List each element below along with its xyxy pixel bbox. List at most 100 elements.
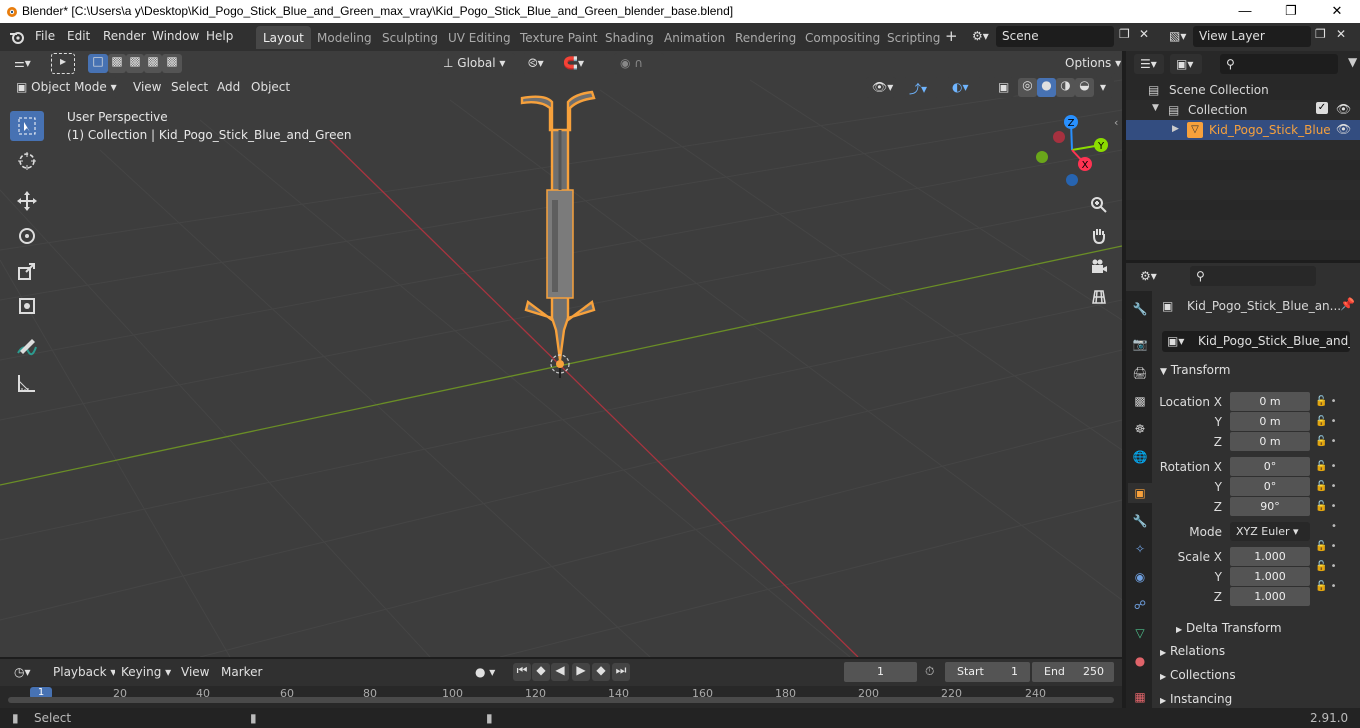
scale-x-field[interactable]: 1.000 xyxy=(1230,547,1310,566)
material-tab-icon[interactable]: ● xyxy=(1130,651,1150,671)
menu-help[interactable]: Help xyxy=(206,29,233,43)
copy-scene-icon[interactable]: ❐ xyxy=(1119,27,1130,41)
options-dropdown[interactable]: Options ▾ xyxy=(1059,53,1121,74)
editor-type-icon[interactable]: ⚌▾ xyxy=(8,53,40,73)
particles-tab-icon[interactable]: ✧ xyxy=(1130,539,1150,559)
timeline-ruler[interactable]: 1 20 40 60 80 100 120 140 160 180 200 22… xyxy=(0,686,1122,708)
ortho-grid-icon[interactable] xyxy=(1086,284,1112,310)
collection-exclude-checkbox[interactable]: ✓ xyxy=(1316,102,1328,114)
outliner-editor-type-icon[interactable]: ☰▾ xyxy=(1134,54,1164,74)
tab-rendering[interactable]: Rendering xyxy=(728,26,803,49)
shading-options-icon[interactable]: ▾ xyxy=(1094,77,1114,98)
outliner-row-collection[interactable]: ▼ ▤ Collection ✓ 👁 xyxy=(1126,100,1360,120)
add-workspace-icon[interactable]: + xyxy=(945,27,958,45)
tab-texture-paint[interactable]: Texture Paint xyxy=(513,26,604,49)
rotation-x-field[interactable]: 0° xyxy=(1230,457,1310,476)
overlays-toggle-icon[interactable]: ◐▾ xyxy=(946,77,982,98)
object-data-field[interactable]: Kid_Pogo_Stick_Blue_and_G... xyxy=(1162,331,1350,352)
rotation-y-field[interactable]: 0° xyxy=(1230,477,1310,496)
xray-toggle-icon[interactable]: ▣ xyxy=(992,77,1014,98)
lock-icon[interactable]: 🔓 • xyxy=(1315,577,1355,597)
properties-search-input[interactable]: ⚲ xyxy=(1190,266,1316,286)
select-mode-extend-icon[interactable]: ▩ xyxy=(108,54,126,73)
camera-view-icon[interactable] xyxy=(1086,254,1112,280)
annotate-tool-icon[interactable] xyxy=(10,333,44,363)
pogo-stick-object[interactable] xyxy=(520,90,596,361)
select-mode-intersect-icon[interactable]: ▩ xyxy=(162,54,182,73)
gizmo-toggle-icon[interactable]: ⤴▾ xyxy=(903,77,939,98)
delta-transform-subpanel[interactable]: ▶ Delta Transform xyxy=(1176,621,1282,635)
constraints-tab-icon[interactable]: ☍ xyxy=(1130,595,1150,615)
viewport-menu-view[interactable]: View xyxy=(133,80,161,94)
scene-name-field[interactable]: Scene xyxy=(996,26,1114,47)
current-frame-field[interactable]: 1 xyxy=(844,662,917,682)
collection-visibility-icon[interactable]: 👁 xyxy=(1336,102,1351,116)
lock-icon[interactable]: 🔓 • xyxy=(1315,412,1355,432)
play-icon[interactable]: ▶ xyxy=(572,663,590,681)
menu-window[interactable]: Window xyxy=(152,29,199,43)
lock-icon[interactable]: 🔓 • xyxy=(1315,432,1355,452)
scene-tab-icon[interactable]: ☸ xyxy=(1130,419,1150,439)
lock-icon[interactable]: 🔓 • xyxy=(1315,537,1355,557)
filter-icon[interactable]: ▼ xyxy=(1348,55,1357,69)
location-z-field[interactable]: 0 m xyxy=(1230,432,1310,451)
shading-wireframe-icon[interactable]: ◎ xyxy=(1018,78,1037,97)
lock-icon[interactable]: 🔓 • xyxy=(1315,557,1355,577)
navigation-gizmo[interactable]: Z Y X xyxy=(1030,112,1114,188)
blender-menu-icon[interactable] xyxy=(9,29,25,45)
tab-layout[interactable]: Layout xyxy=(256,26,311,49)
proportional-edit-icon[interactable]: ◉ ∩ xyxy=(614,53,664,74)
render-tab-icon[interactable]: 📷 xyxy=(1130,334,1150,354)
object-visibility-icon[interactable]: 👁 xyxy=(1336,122,1351,136)
minimize-button[interactable]: — xyxy=(1222,0,1268,23)
lock-icon[interactable]: 🔓 • xyxy=(1315,392,1355,412)
snap-icon[interactable]: 🧲▾ xyxy=(557,53,609,74)
tab-modeling[interactable]: Modeling xyxy=(310,26,379,49)
pan-hand-icon[interactable] xyxy=(1086,222,1112,248)
scene-browse-icon[interactable]: ⚙▾ xyxy=(966,26,996,47)
pin-icon[interactable]: 📌 xyxy=(1340,297,1355,311)
close-window-button[interactable]: ✕ xyxy=(1314,0,1360,23)
pivot-point-icon[interactable]: ⧀▾ xyxy=(522,53,556,74)
location-y-field[interactable]: 0 m xyxy=(1230,412,1310,431)
viewport-menu-object[interactable]: Object xyxy=(251,80,290,94)
tab-uv-editing[interactable]: UV Editing xyxy=(441,26,518,49)
object-tab-icon[interactable]: ▣ xyxy=(1128,483,1152,503)
object-data-browse-icon[interactable]: ▣▾ xyxy=(1167,334,1184,348)
play-reverse-icon[interactable]: ◀ xyxy=(551,663,569,681)
measure-tool-icon[interactable] xyxy=(10,368,44,398)
output-tab-icon[interactable]: 🖨 xyxy=(1130,363,1150,383)
select-tool-icon[interactable] xyxy=(10,111,44,141)
auto-keying-icon[interactable]: ● ▾ xyxy=(469,662,507,682)
next-keyframe-icon[interactable]: ◆ xyxy=(592,663,610,681)
select-mode-new-icon[interactable]: □ xyxy=(88,54,108,73)
zoom-icon[interactable] xyxy=(1086,192,1112,218)
expand-arrow-icon[interactable]: ▼ xyxy=(1152,103,1159,113)
jump-end-icon[interactable]: ⏭ xyxy=(612,663,630,681)
outliner-row-scene-collection[interactable]: ▤ Scene Collection xyxy=(1126,80,1360,100)
lock-icon[interactable]: 🔓 • xyxy=(1315,477,1355,497)
lock-icon[interactable]: 🔓 • xyxy=(1315,457,1355,477)
instancing-panel-header[interactable]: ▶ Instancing xyxy=(1160,692,1232,706)
scale-tool-icon[interactable] xyxy=(10,256,44,286)
keyframe-dot-icon[interactable]: • xyxy=(1315,517,1355,537)
rotate-tool-icon[interactable] xyxy=(10,221,44,251)
object-mode-dropdown[interactable]: ▣ Object Mode ▾ xyxy=(10,77,118,98)
relations-panel-header[interactable]: ▶ Relations xyxy=(1160,644,1225,658)
object-data-tab-icon[interactable]: ▽ xyxy=(1130,623,1150,643)
delete-scene-icon[interactable]: ✕ xyxy=(1139,27,1149,41)
expand-arrow-icon[interactable]: ▶ xyxy=(1172,124,1179,134)
preview-range-icon[interactable]: ⏱ xyxy=(925,664,934,679)
jump-start-icon[interactable]: ⏮ xyxy=(513,663,531,681)
shading-solid-icon[interactable]: ● xyxy=(1037,78,1056,97)
delete-view-layer-icon[interactable]: ✕ xyxy=(1336,27,1346,41)
shading-material-icon[interactable]: ◑ xyxy=(1056,78,1075,97)
tab-scripting[interactable]: Scripting xyxy=(880,26,947,49)
timeline-editor-type-icon[interactable]: ◷▾ xyxy=(8,662,40,682)
tool-settings-tab-icon[interactable]: 🔧 xyxy=(1130,299,1150,319)
viewport-menu-add[interactable]: Add xyxy=(217,80,240,94)
location-x-field[interactable]: 0 m xyxy=(1230,392,1310,411)
tab-sculpting[interactable]: Sculpting xyxy=(375,26,445,49)
transform-tool-icon[interactable] xyxy=(10,291,44,321)
collections-panel-header[interactable]: ▶ Collections xyxy=(1160,668,1236,682)
